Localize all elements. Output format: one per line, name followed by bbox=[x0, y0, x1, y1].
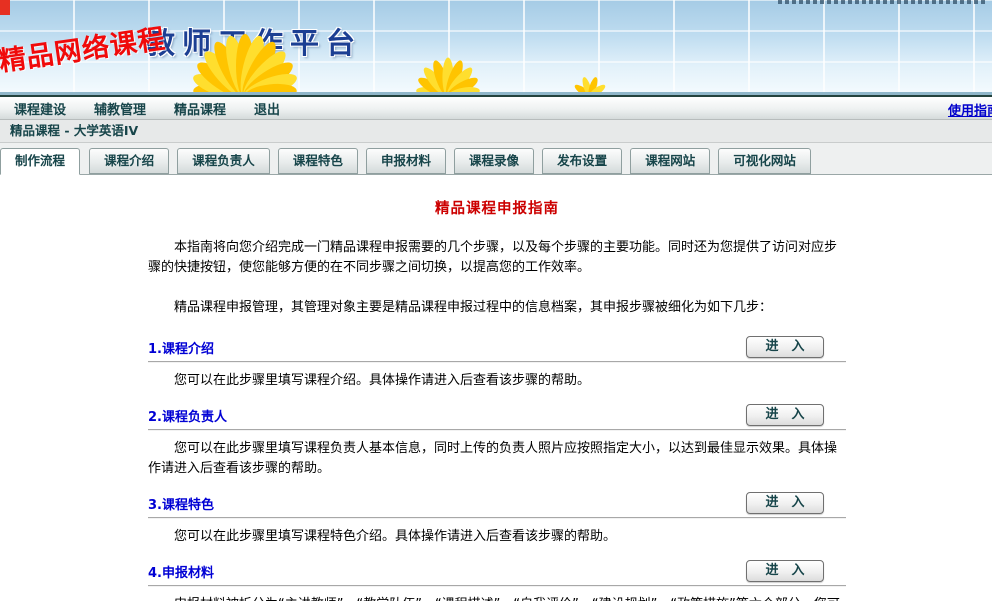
enter-button[interactable]: 进 入 bbox=[746, 336, 824, 358]
intro-paragraph: 精品课程申报管理，其管理对象主要是精品课程申报过程中的信息档案，其申报步骤被细化… bbox=[148, 298, 846, 318]
enter-button[interactable]: 进 入 bbox=[746, 404, 824, 426]
breadcrumb: 精品课程 - 大学英语IV bbox=[0, 120, 992, 143]
sunflower-graphic bbox=[118, 34, 658, 94]
step-title: 3.课程特色 bbox=[148, 494, 214, 513]
page-title: 精品课程申报指南 bbox=[148, 197, 846, 218]
divider bbox=[148, 517, 846, 519]
menu-item-exit[interactable]: 退出 bbox=[254, 99, 280, 118]
step-description: 您可以在此步骤里填写课程负责人基本信息，同时上传的负责人照片应按照指定大小，以达… bbox=[148, 439, 846, 479]
header-banner: 教师工作平台 精品网络课程 bbox=[0, 0, 992, 95]
step-title: 4.申报材料 bbox=[148, 562, 214, 581]
step-title: 2.课程负责人 bbox=[148, 406, 227, 425]
step-description: 您可以在此步骤里填写课程介绍。具体操作请进入后查看该步骤的帮助。 bbox=[148, 371, 846, 391]
tab-bar: 制作流程 课程介绍 课程负责人 课程特色 申报材料 课程录像 发布设置 课程网站… bbox=[0, 143, 992, 175]
tab-application-materials[interactable]: 申报材料 bbox=[366, 148, 446, 174]
step-description: 您可以在此步骤里填写课程特色介绍。具体操作请进入后查看该步骤的帮助。 bbox=[148, 527, 846, 547]
clipped-top-text bbox=[778, 0, 986, 4]
step-row-1: 1.课程介绍 进 入 您可以在此步骤里填写课程介绍。具体操作请进入后查看该步骤的… bbox=[148, 335, 846, 391]
menu-item-assist-management[interactable]: 辅教管理 bbox=[94, 99, 146, 118]
menubar: 课程建设 辅教管理 精品课程 退出 使用指南 bbox=[0, 95, 992, 120]
tab-publish-settings[interactable]: 发布设置 bbox=[542, 148, 622, 174]
divider bbox=[148, 361, 846, 363]
step-description: 申报材料被拆分为“主讲教师”、“教学队伍”、“课程描述”、“自我评价”、“建设规… bbox=[148, 595, 846, 601]
step-list: 1.课程介绍 进 入 您可以在此步骤里填写课程介绍。具体操作请进入后查看该步骤的… bbox=[148, 335, 846, 601]
divider bbox=[148, 585, 846, 587]
enter-button[interactable]: 进 入 bbox=[746, 492, 824, 514]
enter-button[interactable]: 进 入 bbox=[746, 560, 824, 582]
step-row-4: 4.申报材料 进 入 申报材料被拆分为“主讲教师”、“教学队伍”、“课程描述”、… bbox=[148, 559, 846, 601]
intro-paragraph: 本指南将向您介绍完成一门精品课程申报需要的几个步骤，以及每个步骤的主要功能。同时… bbox=[148, 238, 846, 278]
step-row-3: 3.课程特色 进 入 您可以在此步骤里填写课程特色介绍。具体操作请进入后查看该步… bbox=[148, 491, 846, 547]
tab-visual-website[interactable]: 可视化网站 bbox=[718, 148, 811, 174]
tab-production-process[interactable]: 制作流程 bbox=[0, 148, 80, 175]
tab-course-features[interactable]: 课程特色 bbox=[278, 148, 358, 174]
usage-guide-link[interactable]: 使用指南 bbox=[948, 100, 992, 119]
tab-course-video[interactable]: 课程录像 bbox=[454, 148, 534, 174]
menu-item-course-construction[interactable]: 课程建设 bbox=[14, 99, 66, 118]
corner-red-mark bbox=[0, 0, 10, 15]
divider bbox=[148, 429, 846, 431]
tab-course-website[interactable]: 课程网站 bbox=[630, 148, 710, 174]
tab-course-introduction[interactable]: 课程介绍 bbox=[89, 148, 169, 174]
page: 教师工作平台 精品网络课程 bbox=[0, 0, 992, 601]
main-content: 精品课程申报指南 本指南将向您介绍完成一门精品课程申报需要的几个步骤，以及每个步… bbox=[0, 197, 992, 601]
menu-item-quality-course[interactable]: 精品课程 bbox=[174, 99, 226, 118]
step-row-2: 2.课程负责人 进 入 您可以在此步骤里填写课程负责人基本信息，同时上传的负责人… bbox=[148, 403, 846, 479]
tab-course-leader[interactable]: 课程负责人 bbox=[177, 148, 270, 174]
step-title: 1.课程介绍 bbox=[148, 338, 214, 357]
